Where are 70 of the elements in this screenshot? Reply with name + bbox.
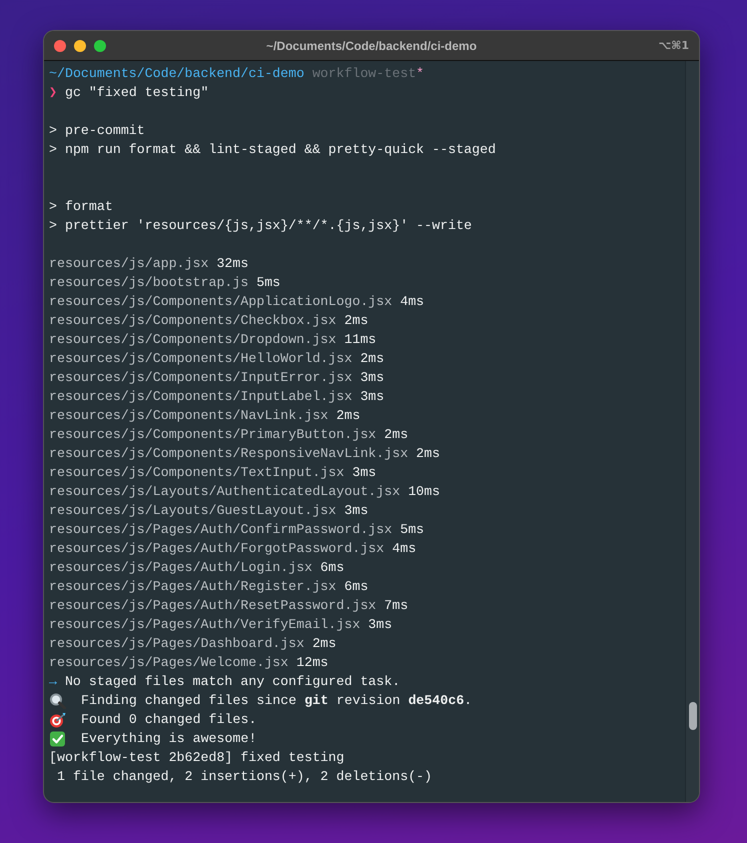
duration-text: 2ms (312, 635, 336, 653)
file-path: resources/js/Layouts/AuthenticatedLayout.jsx (49, 483, 400, 501)
file-path: resources/js/Pages/Welcome.jsx (49, 654, 288, 672)
file-path: resources/js/Components/InputError.jsx (49, 369, 352, 387)
output-line: 1 file changed, 2 insertions(+), 2 deletions(-) (56, 768, 432, 786)
file-path: resources/js/Components/InputLabel.jsx (49, 388, 352, 406)
status-message: Finding changed files since git revision de540c6. (81, 692, 472, 710)
prompt-path: ~/Documents/Code/backend/ci-demo (49, 65, 304, 83)
duration-text: 4ms (400, 293, 424, 311)
close-icon[interactable] (54, 40, 66, 52)
prompt-symbol: ❯ (49, 84, 58, 102)
duration-text: 6ms (344, 578, 368, 596)
file-path: resources/js/Pages/Auth/ResetPassword.jsx (49, 597, 376, 615)
magnifier-icon (49, 692, 66, 708)
duration-text: 7ms (384, 597, 408, 615)
file-path: resources/js/Components/Checkbox.jsx (49, 312, 336, 330)
git-branch: workflow-test (312, 65, 416, 83)
duration-text: 3ms (344, 502, 368, 520)
file-path: resources/js/Components/Dropdown.jsx (49, 331, 336, 349)
shortcut-label: ⌥⌘1 (658, 39, 689, 52)
duration-text: 4ms (392, 540, 416, 558)
file-path: resources/js/Pages/Auth/ForgotPassword.jsx (49, 540, 384, 558)
file-path: resources/js/Components/TextInput.jsx (49, 464, 344, 482)
duration-text: 2ms (416, 445, 440, 463)
output-line: [workflow-test 2b62ed8] fixed testing (49, 749, 344, 767)
file-path: resources/js/Components/ResponsiveNavLink.jsx (49, 445, 408, 463)
target-icon (49, 712, 66, 728)
duration-text: 2ms (360, 350, 384, 368)
output-line: > pre-commit (49, 122, 145, 140)
minimize-icon[interactable] (74, 40, 86, 52)
file-path: resources/js/Pages/Auth/VerifyEmail.jsx (49, 616, 360, 634)
file-path: resources/js/Components/HelloWorld.jsx (49, 350, 352, 368)
duration-text: 11ms (344, 331, 376, 349)
duration-text: 10ms (408, 483, 440, 501)
file-path: resources/js/Pages/Auth/ConfirmPassword.jsx (49, 521, 392, 539)
maximize-icon[interactable] (94, 40, 106, 52)
check-icon (49, 730, 66, 746)
duration-text: 3ms (352, 464, 376, 482)
file-path: resources/js/bootstrap.js (49, 274, 248, 292)
arrow-marker: → (49, 673, 57, 691)
output-line: > prettier 'resources/{js,jsx}/**/*.{js,jsx}' --write (49, 217, 472, 235)
file-path: resources/js/Pages/Auth/Login.jsx (49, 559, 312, 577)
file-path: resources/js/app.jsx (49, 255, 209, 273)
dirty-marker: * (416, 65, 424, 83)
scrollbar-thumb[interactable] (689, 702, 697, 730)
output-line: > npm run format && lint-staged && pretty-quick --staged (49, 141, 496, 159)
scrollbar-track[interactable] (685, 61, 699, 802)
file-path: resources/js/Layouts/GuestLayout.jsx (49, 502, 336, 520)
file-path: resources/js/Pages/Dashboard.jsx (49, 635, 304, 653)
duration-text: 32ms (216, 255, 248, 273)
info-message: No staged files match any configured task. (64, 673, 400, 691)
duration-text: 2ms (384, 426, 408, 444)
file-path: resources/js/Pages/Auth/Register.jsx (49, 578, 336, 596)
duration-text: 3ms (368, 616, 392, 634)
status-message: Found 0 changed files. (81, 711, 257, 729)
duration-text: 6ms (320, 559, 344, 577)
status-message: Everything is awesome! (81, 730, 257, 748)
duration-text: 3ms (360, 388, 384, 406)
file-path: resources/js/Components/ApplicationLogo.jsx (49, 293, 392, 311)
window-title: ~/Documents/Code/backend/ci-demo (266, 38, 477, 52)
output-line: > format (49, 198, 113, 216)
duration-text: 5ms (256, 274, 280, 292)
command-text: gc "fixed testing" (64, 84, 209, 102)
duration-text: 2ms (344, 312, 368, 330)
duration-text: 3ms (360, 369, 384, 387)
file-path: resources/js/Components/PrimaryButton.jsx (49, 426, 376, 444)
duration-text: 5ms (400, 521, 424, 539)
duration-text: 12ms (296, 654, 328, 672)
duration-text: 2ms (336, 407, 360, 425)
file-path: resources/js/Components/NavLink.jsx (49, 407, 328, 425)
